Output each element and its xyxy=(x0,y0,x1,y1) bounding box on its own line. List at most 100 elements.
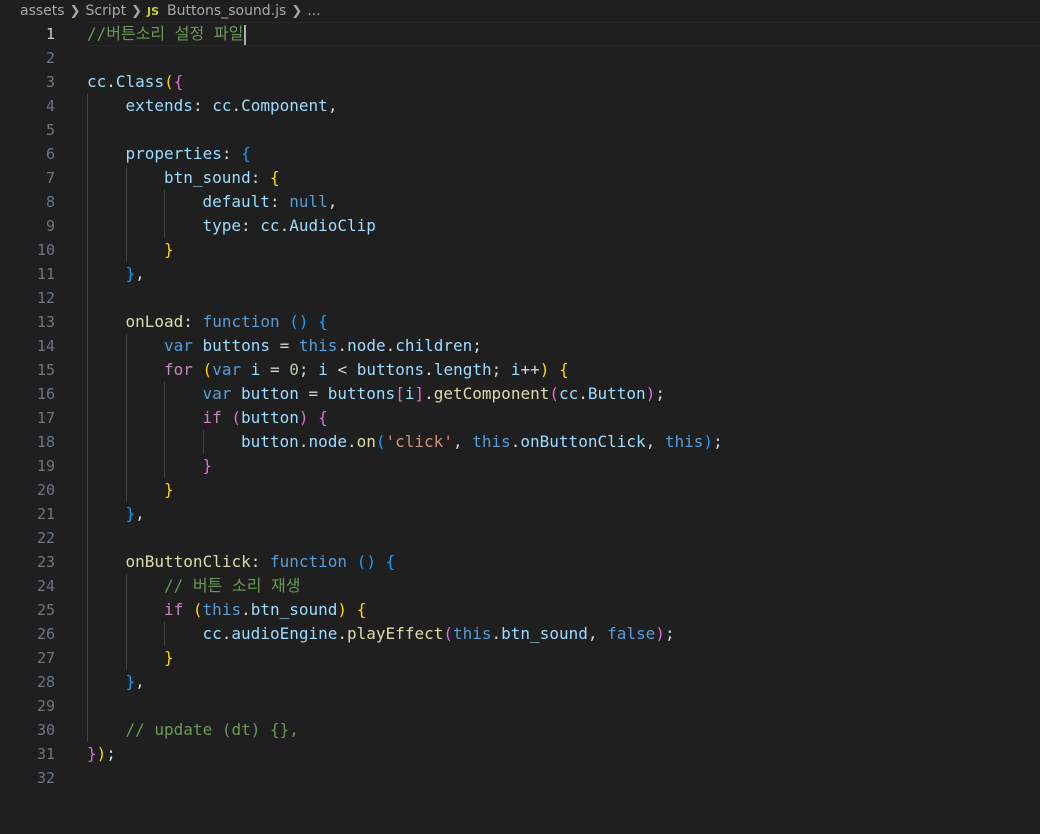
code-line[interactable]: 17 if (button) { xyxy=(0,406,1040,430)
line-number: 27 xyxy=(36,649,55,667)
javascript-file-icon: JS xyxy=(147,4,160,18)
code-line[interactable]: 31}); xyxy=(0,742,1040,766)
code-line[interactable]: 21}, xyxy=(0,502,1040,526)
indent-guide xyxy=(87,430,88,454)
indent-guide xyxy=(87,694,88,718)
code-token: //버튼소리 설정 파일 xyxy=(87,24,244,43)
code-line[interactable]: 30 // update (dt) {}, xyxy=(0,718,1040,742)
code-text: }, xyxy=(126,502,145,526)
code-token: cc xyxy=(558,384,579,403)
code-token: cc xyxy=(87,72,107,91)
code-token: ; xyxy=(664,624,675,643)
code-token: playEffect xyxy=(347,624,444,643)
line-number: 22 xyxy=(36,529,55,547)
line-number: 21 xyxy=(36,505,55,523)
code-token: Class xyxy=(115,72,165,91)
code-line[interactable]: 1 //버튼소리 설정 파일 xyxy=(0,22,1040,46)
breadcrumb: assets ❯ Script ❯ JS Buttons_sound.js ❯ … xyxy=(0,0,1040,22)
code-line[interactable]: 7 btn_sound: { xyxy=(0,166,1040,190)
code-line[interactable]: 10} xyxy=(0,238,1040,262)
code-token: () xyxy=(289,312,309,331)
code-line[interactable]: 15 for (var i = 0; i < buttons.length; i+… xyxy=(0,358,1040,382)
code-line[interactable]: 3 cc.Class({ xyxy=(0,70,1040,94)
code-line[interactable]: 27} xyxy=(0,646,1040,670)
code-token: node xyxy=(308,432,347,451)
code-line[interactable]: 8 default: null, xyxy=(0,190,1040,214)
code-token: } xyxy=(125,504,136,523)
code-line[interactable]: 18 button.node.on('click', this.onButtonC… xyxy=(0,430,1040,454)
code-line[interactable]: 13 onLoad: function () { xyxy=(0,310,1040,334)
code-token: i xyxy=(318,360,328,379)
code-line[interactable]: 6 properties: { xyxy=(0,142,1040,166)
code-line[interactable]: 5 xyxy=(0,118,1040,142)
code-line[interactable]: 19} xyxy=(0,454,1040,478)
code-token: btn_sound xyxy=(164,168,251,187)
breadcrumb-item-script[interactable]: Script xyxy=(85,3,126,19)
code-line[interactable]: 26 cc.audioEngine.playEffect(this.btn_sou… xyxy=(0,622,1040,646)
code-token: = xyxy=(269,336,299,355)
code-token: ( xyxy=(164,72,174,91)
code-token: . xyxy=(298,432,309,451)
code-token: , xyxy=(587,624,608,643)
code-line[interactable]: 20} xyxy=(0,478,1040,502)
code-line[interactable]: 11}, xyxy=(0,262,1040,286)
code-token: . xyxy=(491,624,502,643)
indent-guide xyxy=(125,238,127,262)
indent-guide xyxy=(164,622,165,646)
code-token: if xyxy=(164,600,184,619)
line-number: 29 xyxy=(36,697,55,715)
line-number: 23 xyxy=(36,553,55,571)
code-line[interactable]: 16 var button = buttons[i].getComponent(c… xyxy=(0,382,1040,406)
line-number: 19 xyxy=(36,457,55,475)
code-token: . xyxy=(346,432,357,451)
code-token: null xyxy=(289,192,328,211)
code-text: for (var i = 0; i < buttons.length; i++)… xyxy=(164,358,569,382)
code-token: this xyxy=(298,336,338,355)
code-line[interactable]: 25 if (this.btn_sound) { xyxy=(0,598,1040,622)
line-number: 16 xyxy=(36,385,55,403)
code-line[interactable]: 9 type: cc.AudioClip xyxy=(0,214,1040,238)
code-line[interactable]: 14 var buttons = this.node.children; xyxy=(0,334,1040,358)
code-text: if (button) { xyxy=(203,406,328,430)
code-token: . xyxy=(337,624,348,643)
code-text: cc.audioEngine.playEffect(this.btn_sound… xyxy=(203,622,675,646)
indent-guide xyxy=(87,406,88,430)
code-token: ( xyxy=(375,432,386,451)
code-editor[interactable]: 1//버튼소리 설정 파일 2 3 cc.Class({4 extends: cc.Co… xyxy=(0,22,1040,834)
code-token: var xyxy=(164,336,193,355)
code-token: , xyxy=(135,672,145,691)
indent-guide xyxy=(164,190,165,214)
breadcrumb-item-file[interactable]: Buttons_sound.js xyxy=(167,3,286,19)
code-line[interactable]: 4 extends: cc.Component, xyxy=(0,94,1040,118)
code-line[interactable]: 22 xyxy=(0,526,1040,550)
breadcrumb-item-symbols[interactable]: ... xyxy=(307,3,320,19)
code-line[interactable]: 24 // 버튼 소리 재생 xyxy=(0,574,1040,598)
code-token: ; xyxy=(472,336,482,355)
code-token: ] xyxy=(414,384,425,403)
code-line[interactable]: 23 onButtonClick: function () { xyxy=(0,550,1040,574)
indent-guide xyxy=(87,118,88,142)
breadcrumb-item-assets[interactable]: assets xyxy=(20,3,65,19)
code-line[interactable]: 28}, xyxy=(0,670,1040,694)
indent-guide xyxy=(125,214,127,238)
code-token: . xyxy=(221,624,232,643)
indent-guide xyxy=(202,430,204,454)
code-token: < xyxy=(327,360,357,379)
code-token: . xyxy=(106,72,116,91)
code-line[interactable]: 2 xyxy=(0,46,1040,70)
code-token: Component xyxy=(241,96,328,115)
code-token: i xyxy=(250,360,261,379)
indent-guide xyxy=(125,382,127,406)
code-token: ( xyxy=(443,624,453,643)
code-line[interactable]: 29 xyxy=(0,694,1040,718)
indent-guide xyxy=(87,238,88,262)
code-token: , xyxy=(327,192,338,211)
code-text: type: cc.AudioClip xyxy=(203,214,376,238)
code-text: onButtonClick: function () { xyxy=(126,550,396,574)
code-line[interactable]: 32 xyxy=(0,766,1040,790)
indent-guide xyxy=(125,190,127,214)
code-line[interactable]: 12 xyxy=(0,286,1040,310)
code-text: properties: { xyxy=(126,142,251,166)
